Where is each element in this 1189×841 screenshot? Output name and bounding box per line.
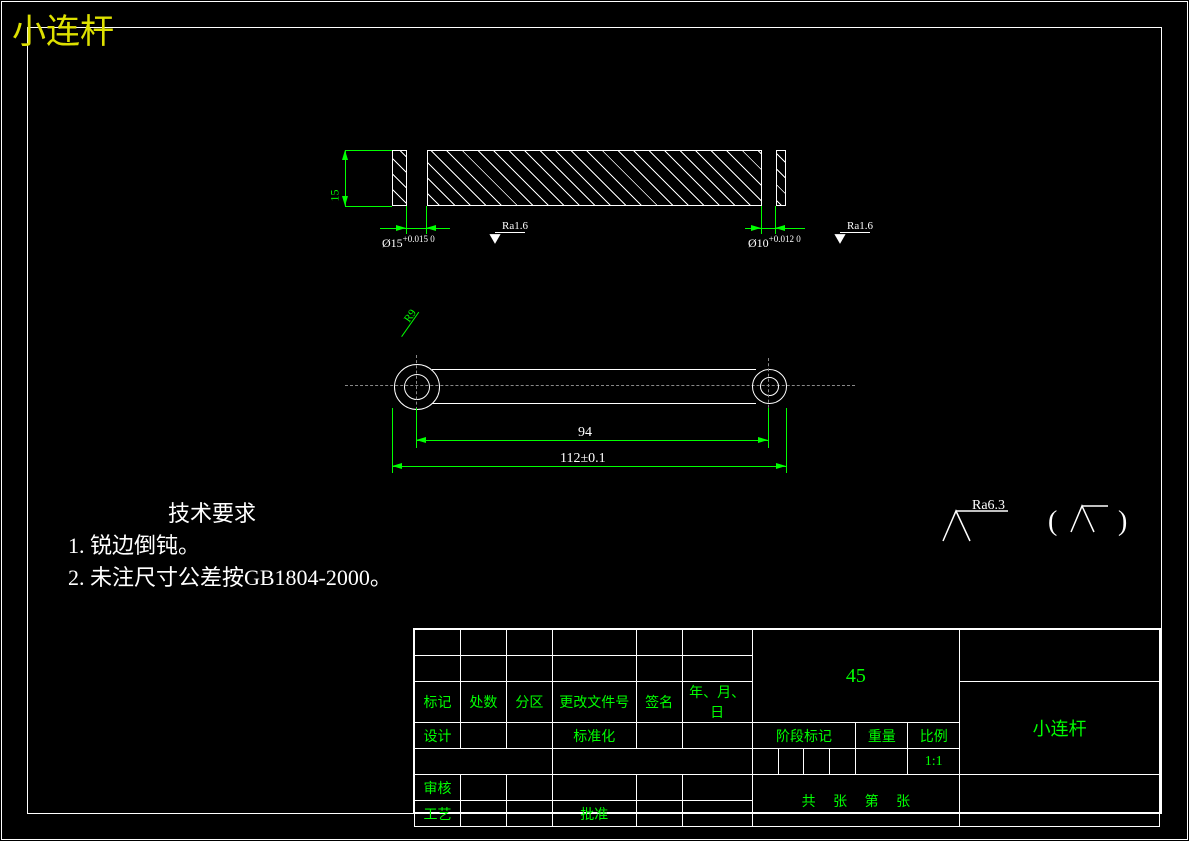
arrow-icon [392, 463, 402, 469]
arrow-icon [758, 437, 768, 443]
part-name-cell: 小连杆 [960, 682, 1160, 775]
scale-value: 1:1 [908, 749, 960, 775]
sheet-zhang1: 张 [833, 795, 847, 810]
arrow-icon [426, 225, 436, 231]
ext-line [786, 408, 787, 473]
hdr-docno: 更改文件号 [552, 682, 636, 723]
row-design: 设计 [415, 723, 461, 749]
dim-height: 15 [328, 190, 343, 202]
ext-line [406, 206, 407, 234]
requirement-2: 2. 未注尺寸公差按GB1804-2000。 [68, 560, 392, 592]
arrow-icon [775, 225, 785, 231]
sheet-info: 共 张 第 张 [752, 775, 960, 827]
arrow-icon [776, 463, 786, 469]
dim-left-dia: Ø15+0.015 0 [382, 234, 435, 251]
row-approve: 批准 [552, 801, 636, 827]
arrow-icon [342, 150, 348, 160]
title-block: 45 标记 处数 分区 更改文件号 签名 年、月、日 小连杆 设计 标准化 阶段… [413, 628, 1161, 813]
check-roughness-icon [1068, 502, 1112, 540]
roughness-icon [834, 234, 845, 244]
dim-center-dist: 94 [578, 425, 592, 441]
sheet-zhang2: 张 [896, 795, 910, 810]
arrow-icon [342, 196, 348, 206]
ra-left: Ra1.6 [502, 220, 528, 232]
centerline-v [768, 358, 769, 413]
dim-right-dia: Ø10+0.012 0 [748, 234, 801, 251]
section-bore-left [406, 150, 428, 206]
roughness-line [495, 232, 525, 233]
centerline-v [416, 355, 417, 415]
paren-open: ( [1048, 506, 1057, 538]
row-standard: 标准化 [552, 723, 636, 749]
arrow-icon [751, 225, 761, 231]
drawing-title: 小连杆 [12, 4, 114, 53]
section-view-hatch [392, 150, 786, 206]
ext-line [768, 408, 769, 448]
ext-line [761, 206, 762, 234]
hdr-zone: 分区 [506, 682, 552, 723]
hdr-stage: 阶段标记 [752, 723, 856, 749]
hdr-date: 年、月、日 [682, 682, 752, 723]
dim-line [380, 228, 450, 229]
dia-tol: +0.012 0 [769, 234, 801, 244]
arrow-icon [396, 225, 406, 231]
sheet-gong: 共 [802, 795, 816, 810]
right-inner-circle [760, 377, 779, 396]
dim-line-94 [416, 440, 768, 441]
requirement-1: 1. 锐边倒钝。 [68, 528, 200, 560]
dia-tol: +0.015 0 [403, 234, 435, 244]
roughness-line [840, 232, 870, 233]
hdr-mark: 标记 [415, 682, 461, 723]
link-body [432, 369, 756, 404]
ext-line [345, 206, 392, 207]
hdr-count: 处数 [460, 682, 506, 723]
roughness-icon [489, 234, 500, 244]
dia-value: Ø15 [382, 236, 403, 250]
section-bore-right [761, 150, 777, 206]
left-inner-circle [404, 374, 430, 400]
arrow-icon [416, 437, 426, 443]
hdr-weight: 重量 [856, 723, 908, 749]
hdr-sign: 签名 [636, 682, 682, 723]
ext-line [345, 150, 392, 151]
row-review: 审核 [415, 775, 461, 801]
dia-value: Ø10 [748, 236, 769, 250]
paren-close: ) [1118, 506, 1127, 538]
hdr-scale: 比例 [908, 723, 960, 749]
sheet-di: 第 [865, 795, 879, 810]
material-cell: 45 [752, 630, 960, 723]
dim-overall-len: 112±0.1 [560, 451, 606, 467]
general-ra-value: Ra6.3 [972, 498, 1005, 514]
requirements-header: 技术要求 [168, 496, 256, 528]
ra-right: Ra1.6 [847, 220, 873, 232]
row-process: 工艺 [415, 801, 461, 827]
